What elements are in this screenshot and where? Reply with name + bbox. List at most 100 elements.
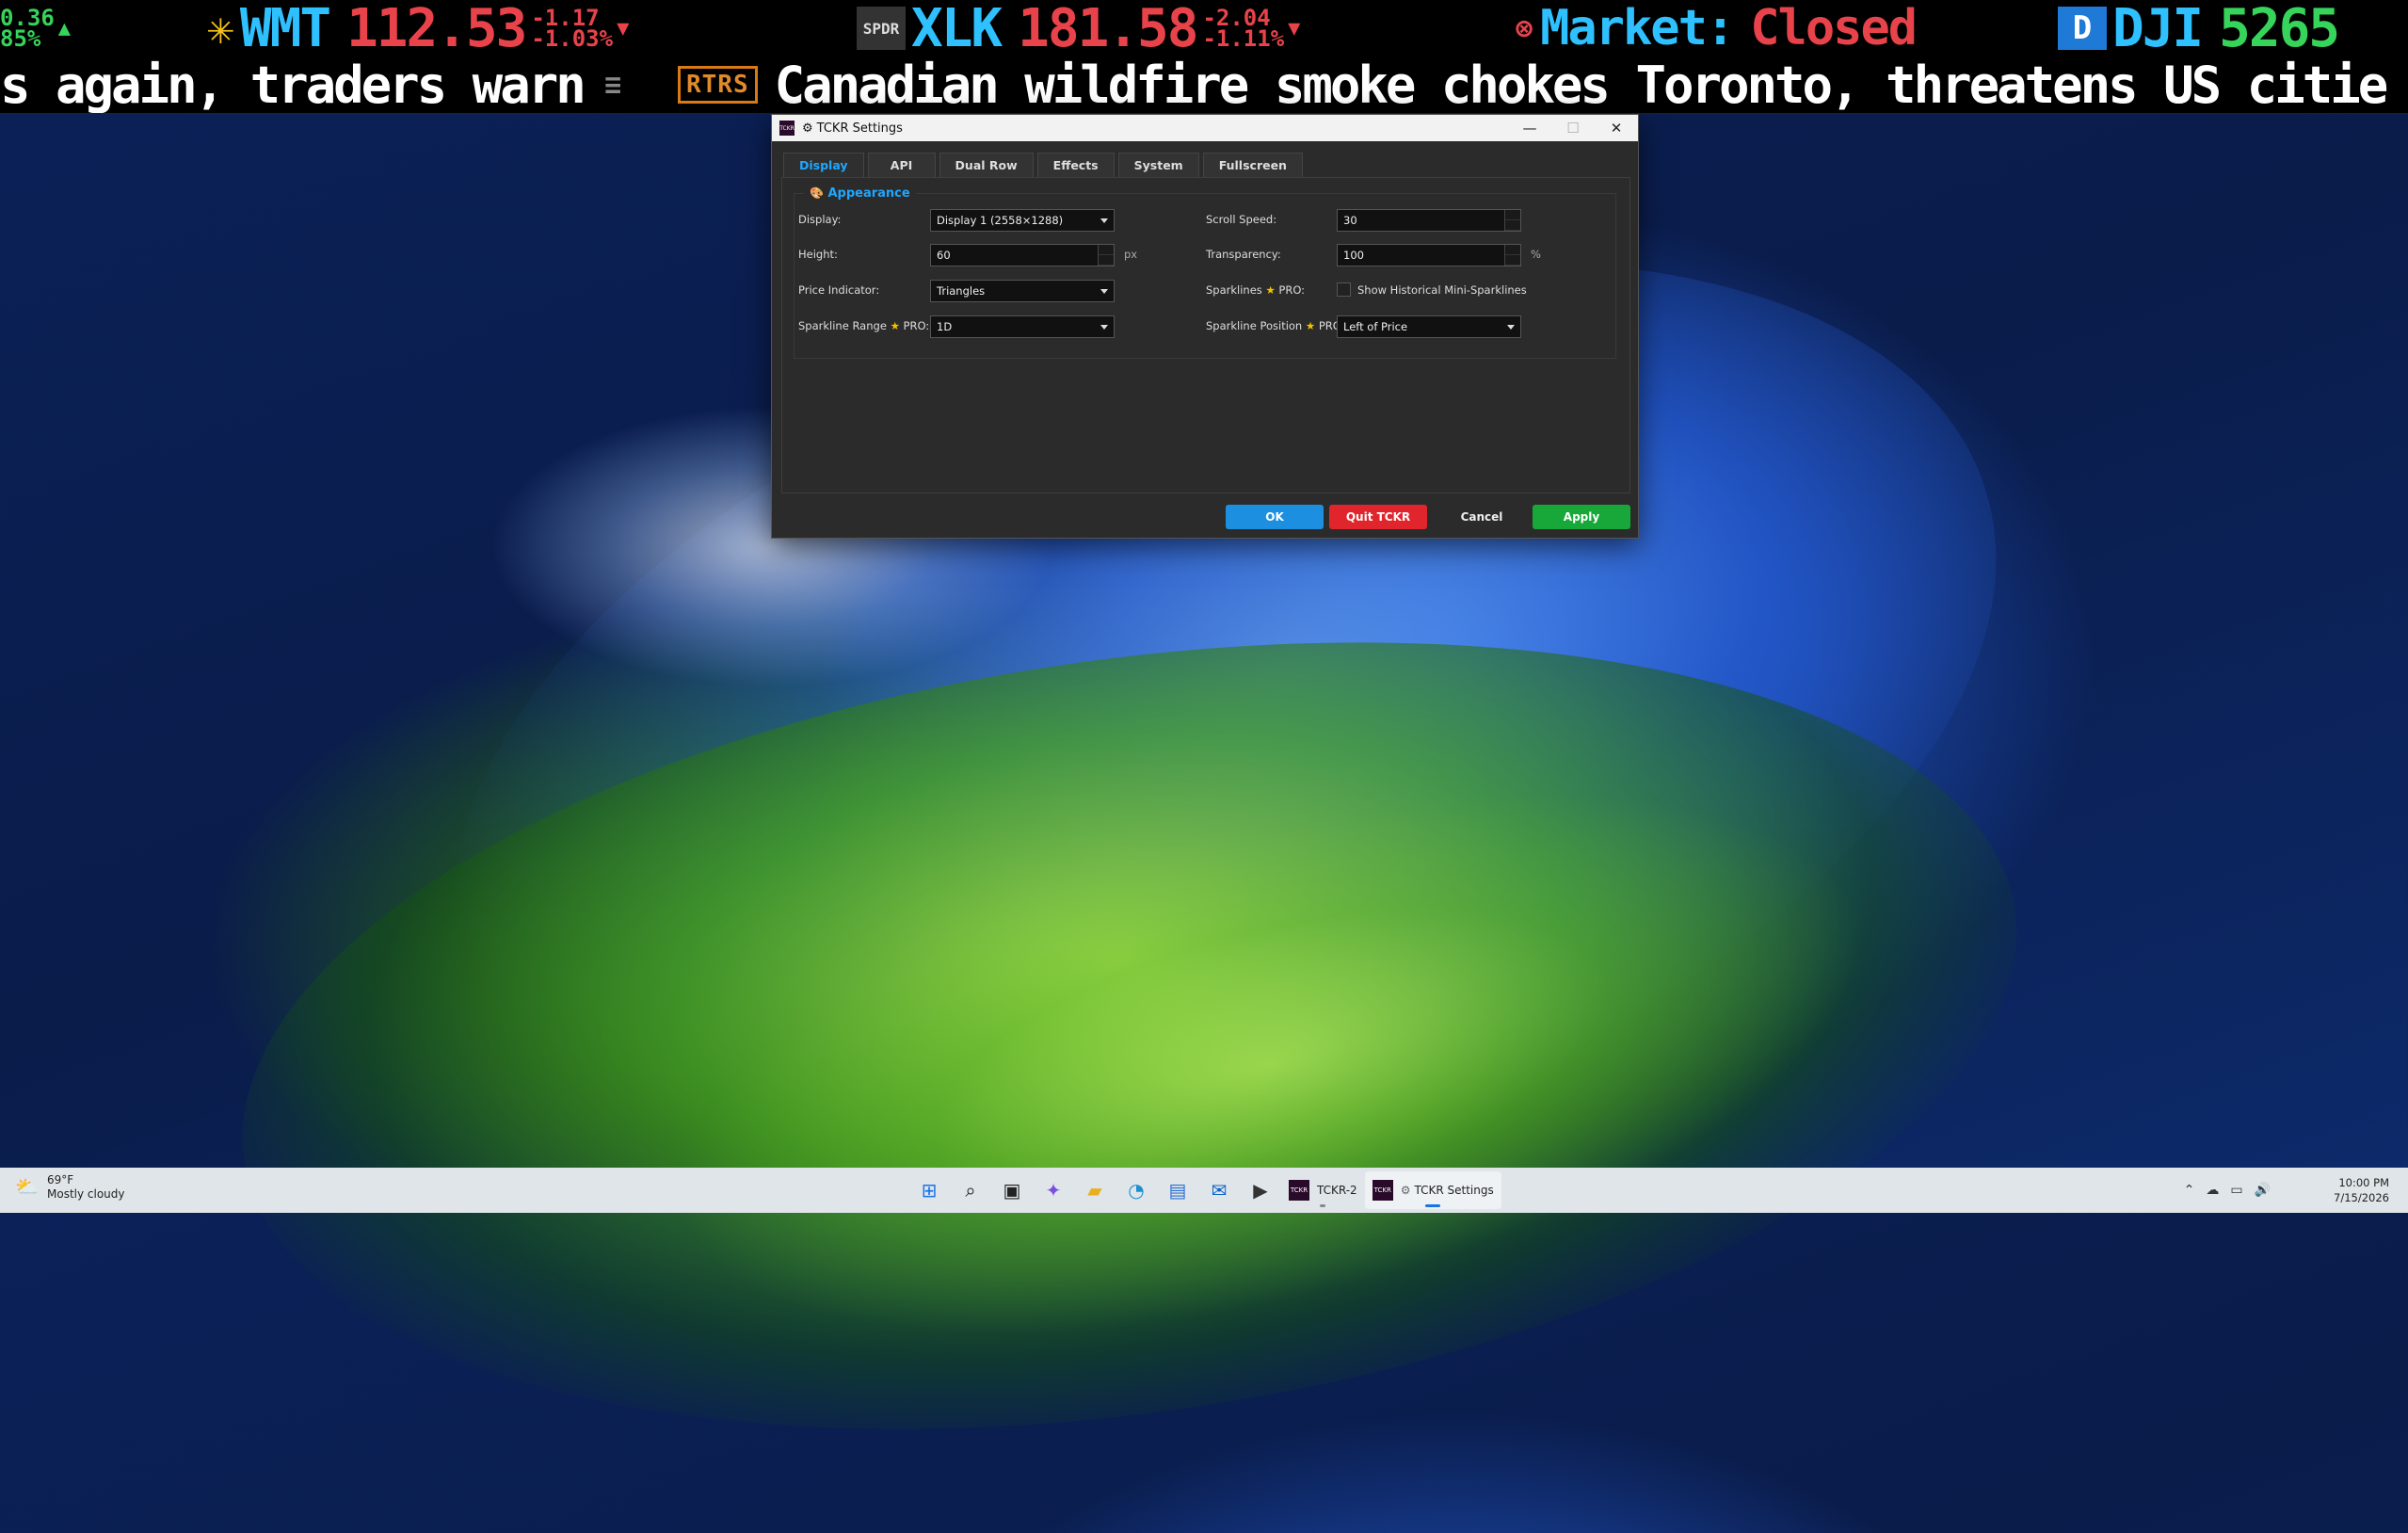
news-source-badge: RTRS xyxy=(678,66,758,104)
ticker-price: 112.53 xyxy=(346,0,527,56)
scroll-speed-label: Scroll Speed: xyxy=(1206,213,1277,226)
cancel-button[interactable]: Cancel xyxy=(1433,505,1531,529)
market-status-label: Market: xyxy=(1540,0,1735,56)
ticker-price: 181.58 xyxy=(1018,0,1198,56)
outlook-icon[interactable]: ✉ xyxy=(1200,1171,1238,1209)
quit-tckr-button[interactable]: Quit TCKR xyxy=(1329,505,1427,529)
tab-display[interactable]: Display xyxy=(783,153,864,177)
dji-logo: D xyxy=(2058,7,2107,50)
star-icon: ★ xyxy=(1265,283,1276,297)
ok-button[interactable]: OK xyxy=(1226,505,1324,529)
news-item-current: RTRS Canadian wildfire smoke chokes Toro… xyxy=(678,56,2388,113)
tab-dual-row[interactable]: Dual Row xyxy=(939,153,1034,177)
tckr-app-icon: TCKR xyxy=(779,121,795,136)
network-icon[interactable]: ▭ xyxy=(2230,1183,2242,1198)
taskbar-app-tckr-2[interactable]: TCKR TCKR-2 xyxy=(1281,1171,1365,1209)
sparklines-checkbox[interactable] xyxy=(1337,282,1351,297)
store-icon[interactable]: ▤ xyxy=(1159,1171,1196,1209)
start-icon[interactable]: ⊞ xyxy=(910,1171,948,1209)
chevron-down-icon xyxy=(1100,218,1108,223)
display-label: Display: xyxy=(798,213,842,226)
active-indicator xyxy=(1425,1204,1441,1207)
price-indicator-value: Triangles xyxy=(937,284,986,298)
chevron-up-icon[interactable]: ⌃ xyxy=(2184,1183,2195,1198)
news-headline-tail: s again, traders warn xyxy=(0,56,586,114)
sparkline-position-select[interactable]: Left of Price xyxy=(1337,315,1521,338)
gear-icon: ⚙ xyxy=(802,121,813,136)
transparency-spin-buttons[interactable] xyxy=(1504,245,1520,266)
taskbar-app-tckr-settings[interactable]: TCKR ⚙ TCKR Settings xyxy=(1364,1171,1501,1209)
tab-effects[interactable]: Effects xyxy=(1036,153,1115,177)
file-explorer-icon[interactable]: ▰ xyxy=(1076,1171,1114,1209)
running-indicator xyxy=(1320,1204,1326,1207)
chevron-down-icon xyxy=(1100,325,1108,330)
taskbar-app-label: TCKR-2 xyxy=(1317,1184,1357,1197)
transparency-unit: % xyxy=(1531,248,1541,261)
display-select[interactable]: Display 1 (2558×1288) xyxy=(930,209,1115,232)
display-select-value: Display 1 (2558×1288) xyxy=(937,214,1064,227)
ticker-symbol: WMT xyxy=(239,0,331,56)
down-triangle-icon: ▼ xyxy=(617,16,630,40)
scroll-speed-spinbox[interactable]: 30 xyxy=(1337,209,1521,232)
ticker-symbol: DJI xyxy=(2112,0,2204,56)
tab-api[interactable]: API xyxy=(867,153,936,177)
taskbar: ⛅ 69°F Mostly cloudy ⊞ ⌕ ▣ ✦ ▰ ◔ ▤ ✉ ▶ T… xyxy=(0,1168,2408,1213)
palette-icon: 🎨 xyxy=(810,186,824,200)
weather-description: Mostly cloudy xyxy=(47,1187,125,1201)
chevron-down-icon xyxy=(1507,325,1515,330)
height-spin-buttons[interactable] xyxy=(1098,245,1114,266)
volume-icon[interactable]: 🔊 xyxy=(2255,1183,2271,1198)
down-triangle-icon: ▼ xyxy=(1288,16,1301,40)
ticker-change-pct: -1.03% xyxy=(531,25,614,52)
transparency-spinbox[interactable]: 100 xyxy=(1337,244,1521,266)
sparklines-checkbox-label[interactable]: Show Historical Mini-Sparklines xyxy=(1357,283,1527,297)
sparklines-label: Sparklines ★ PRO: xyxy=(1206,283,1305,297)
ticker-symbol: XLK xyxy=(911,0,1003,56)
sparkline-range-select[interactable]: 1D xyxy=(930,315,1115,338)
closed-x-icon: ⊗ xyxy=(1516,11,1533,45)
maximize-button[interactable]: ☐ xyxy=(1551,115,1595,141)
tckr-app-icon: TCKR xyxy=(1289,1180,1309,1201)
weather-widget[interactable]: ⛅ 69°F Mostly cloudy xyxy=(15,1173,125,1202)
stock-ticker-row: 0.36 85% ▲ ✳ WMT 112.53 -1.17 -1.03% ▼ S… xyxy=(0,0,2408,56)
up-triangle-icon: ▲ xyxy=(57,16,72,40)
dialog-title: TCKR Settings xyxy=(816,121,903,136)
close-button[interactable]: ✕ xyxy=(1595,115,1638,141)
ticker-change-pct: 85% xyxy=(0,25,41,52)
sparkline-range-value: 1D xyxy=(937,320,953,333)
terminal-icon[interactable]: ▶ xyxy=(1242,1171,1279,1209)
market-status: ⊗ Market: Closed xyxy=(1516,0,1918,56)
search-icon[interactable]: ⌕ xyxy=(952,1171,989,1209)
height-spinbox[interactable]: 60 xyxy=(930,244,1115,266)
sparkline-position-label: Sparkline Position ★ PRO: xyxy=(1206,319,1345,332)
copilot-icon[interactable]: ✦ xyxy=(1035,1171,1072,1209)
task-view-icon[interactable]: ▣ xyxy=(993,1171,1031,1209)
walmart-spark-icon: ✳ xyxy=(207,2,234,55)
taskbar-pinned: ⊞ ⌕ ▣ ✦ ▰ ◔ ▤ ✉ ▶ TCKR TCKR-2 TCKR ⚙ TCK… xyxy=(908,1168,1501,1213)
pro-badge: PRO: xyxy=(1278,283,1306,297)
settings-tabs: Display API Dual Row Effects System Full… xyxy=(783,153,1307,177)
transparency-value: 100 xyxy=(1343,249,1364,262)
market-status-value: Closed xyxy=(1750,0,1918,56)
chevron-down-icon xyxy=(1100,289,1108,294)
apply-button[interactable]: Apply xyxy=(1533,505,1630,529)
tab-system[interactable]: System xyxy=(1117,153,1199,177)
edge-icon[interactable]: ◔ xyxy=(1117,1171,1155,1209)
height-value: 60 xyxy=(937,249,951,262)
minimize-button[interactable]: — xyxy=(1508,115,1551,141)
sparkline-range-text: Sparkline Range xyxy=(798,319,887,332)
price-indicator-select[interactable]: Triangles xyxy=(930,280,1115,302)
system-tray: ⌃ ☁ ▭ 🔊 xyxy=(2178,1168,2276,1213)
clock-time: 10:00 PM xyxy=(2338,1176,2389,1189)
scroll-speed-spin-buttons[interactable] xyxy=(1504,210,1520,231)
news-ticker-row: s again, traders warn ≡ RTRS Canadian wi… xyxy=(0,56,2408,114)
height-label: Height: xyxy=(798,248,838,261)
cloud-offline-icon[interactable]: ☁ xyxy=(2206,1183,2219,1198)
tab-fullscreen[interactable]: Fullscreen xyxy=(1202,153,1303,177)
partly-cloudy-icon: ⛅ xyxy=(15,1175,39,1198)
dialog-titlebar[interactable]: TCKR ⚙ TCKR Settings — ☐ ✕ xyxy=(772,115,1638,141)
news-separator-icon: ≡ xyxy=(604,68,621,102)
taskbar-clock[interactable]: 10:00 PM 7/15/2026 xyxy=(2334,1175,2389,1205)
spdr-logo: SPDR xyxy=(857,7,906,50)
height-unit: px xyxy=(1124,248,1138,261)
